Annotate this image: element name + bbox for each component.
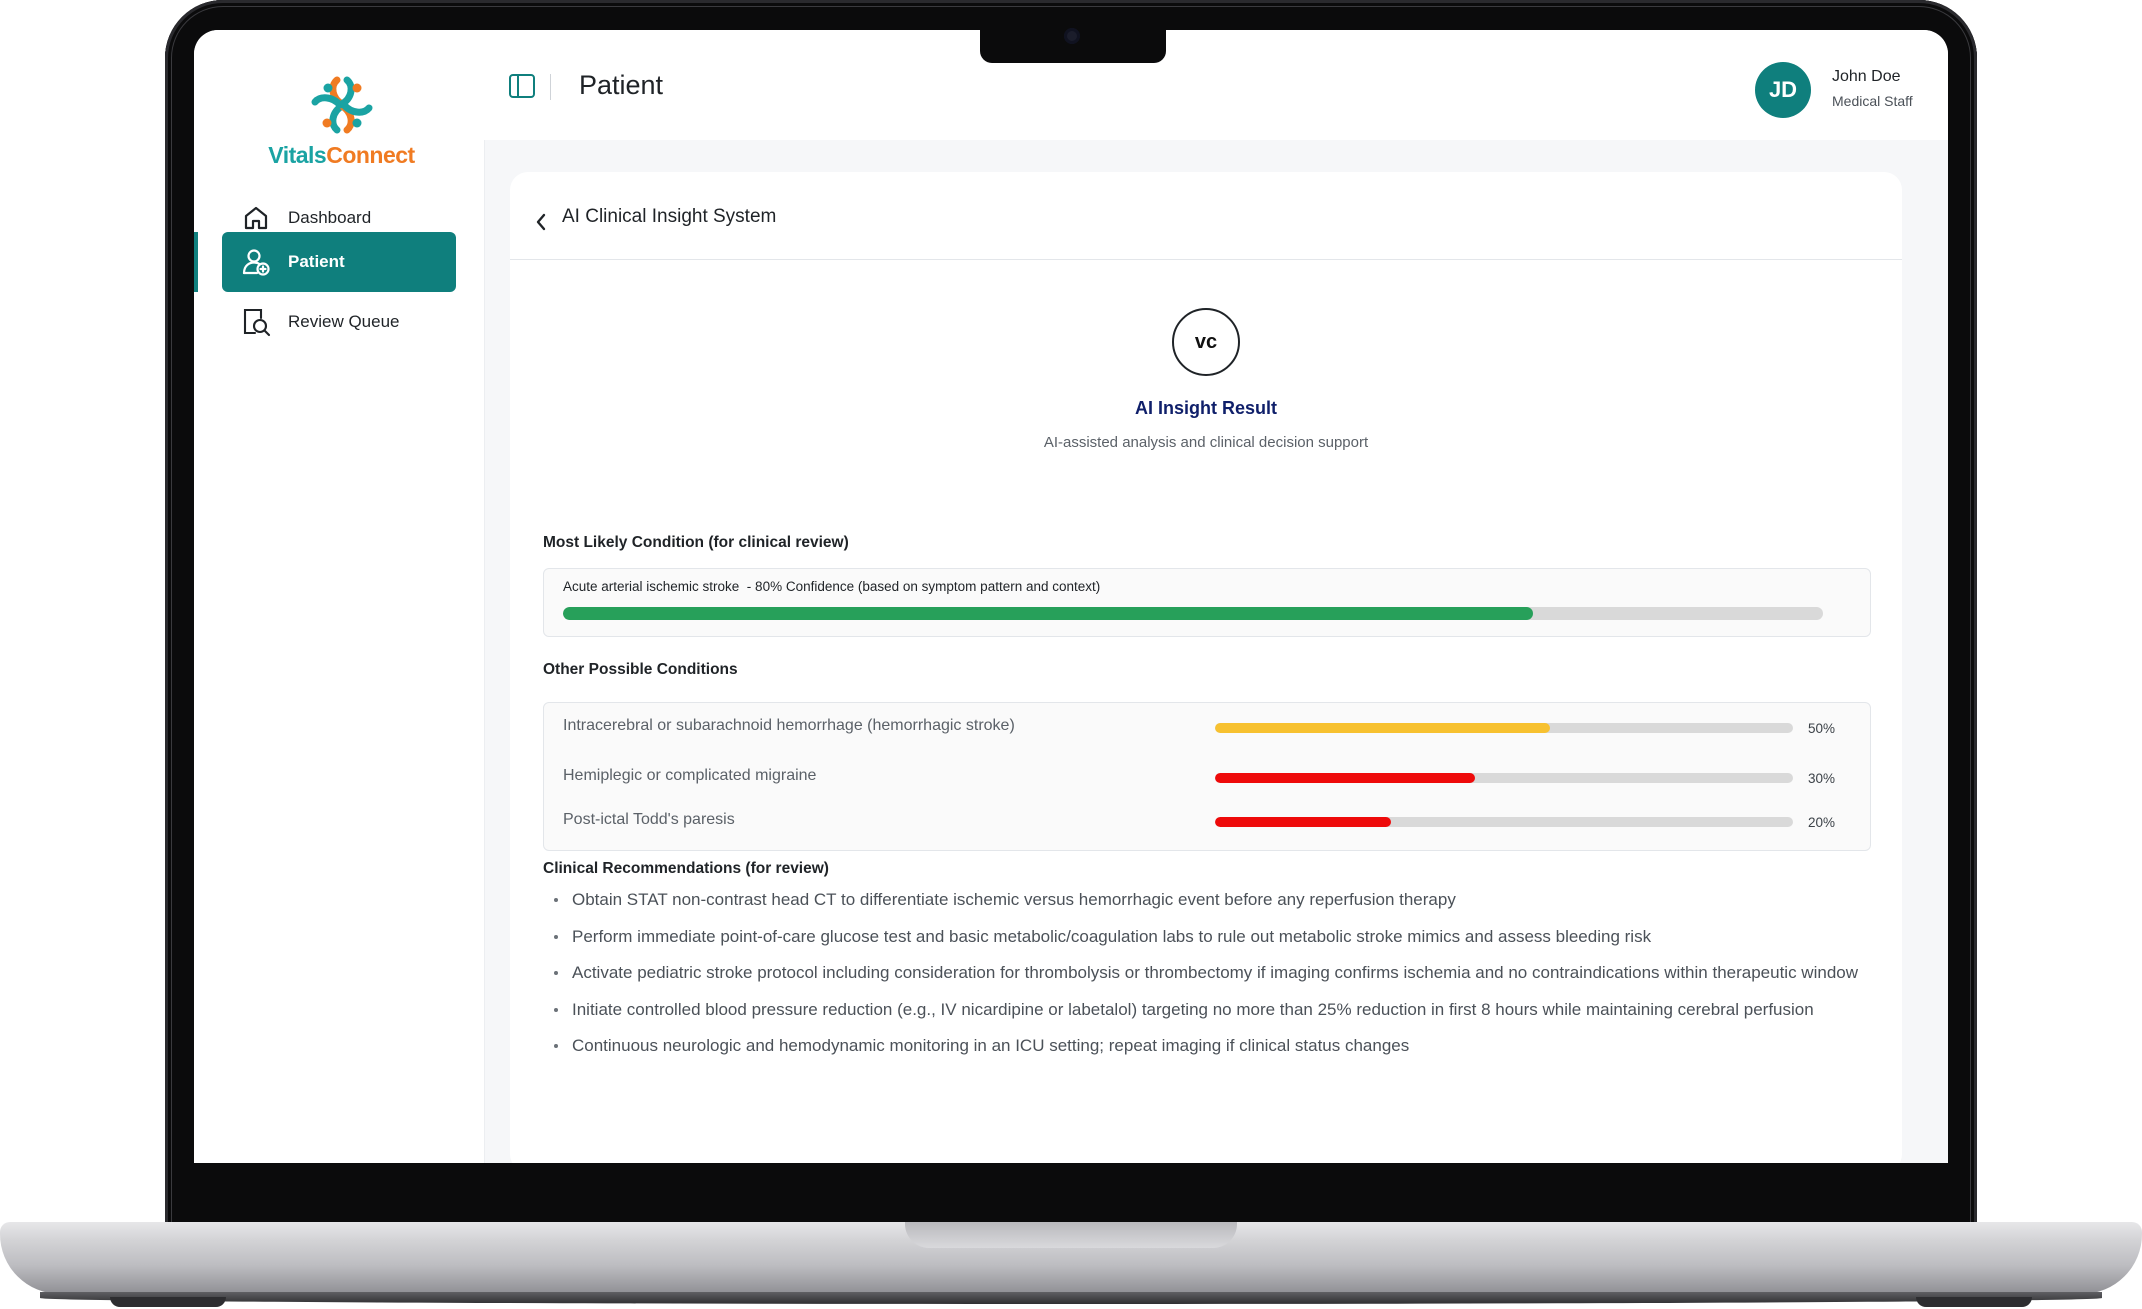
recommendation-text: Continuous neurologic and hemodynamic mo… xyxy=(572,1036,1410,1055)
condition-bar-fill xyxy=(1215,817,1392,827)
insight-card: AI Clinical Insight System vc AI Insight… xyxy=(510,172,1902,1163)
condition-row: Post-ictal Todd's paresis 20% xyxy=(544,807,1870,847)
logo-wordmark: VitalsConnect xyxy=(268,142,415,168)
sidebar: VitalsConnect Dashboard Patient Review Q… xyxy=(194,30,485,1163)
sidebar-item-patient[interactable]: Patient xyxy=(222,232,456,292)
bullet xyxy=(554,1007,558,1012)
other-conditions-heading: Other Possible Conditions xyxy=(543,661,738,678)
vitalsconnect-logo-icon xyxy=(311,76,372,134)
app-screen: VitalsConnect Dashboard Patient Review Q… xyxy=(194,30,1948,1163)
primary-condition-box: Acute arterial ischemic stroke - 80% Con… xyxy=(543,568,1871,637)
condition-row: Hemiplegic or complicated migraine 30% xyxy=(544,763,1870,803)
condition-row: Intracerebral or subarachnoid hemorrhage… xyxy=(544,713,1870,753)
avatar[interactable]: JD xyxy=(1755,62,1811,118)
recommendations-list: Obtain STAT non-contrast head CT to diff… xyxy=(543,882,1873,1065)
vc-badge: vc xyxy=(1172,308,1240,376)
laptop-foot xyxy=(110,1297,226,1307)
active-nav-indicator xyxy=(194,232,198,292)
review-search-icon xyxy=(240,306,272,338)
bullet xyxy=(554,971,558,975)
condition-bar-fill xyxy=(1215,773,1476,783)
bullet xyxy=(554,1044,558,1048)
condition-bar-track xyxy=(1215,773,1793,783)
bullet xyxy=(554,934,558,939)
chevron-left-icon[interactable] xyxy=(534,212,548,237)
list-item: Obtain STAT non-contrast head CT to diff… xyxy=(543,882,1873,919)
laptop-base-shadow xyxy=(40,1292,2102,1304)
condition-percent: 50% xyxy=(1808,721,1836,736)
condition-bar-fill xyxy=(1215,723,1551,733)
list-item: Perform immediate point-of-care glucose … xyxy=(543,919,1873,956)
page-title: Patient xyxy=(579,70,664,100)
sidebar-item-label: Dashboard xyxy=(288,208,372,227)
primary-confidence-fill xyxy=(563,607,1534,620)
laptop-foot xyxy=(1916,1297,2032,1307)
card-title: AI Clinical Insight System xyxy=(562,206,777,227)
sidebar-item-label: Review Queue xyxy=(288,312,400,331)
condition-name: Hemiplegic or complicated migraine xyxy=(563,767,817,784)
result-subtitle: AI-assisted analysis and clinical decisi… xyxy=(1043,434,1369,451)
recommendation-text: Obtain STAT non-contrast head CT to diff… xyxy=(572,890,1456,909)
sidebar-item-review-queue[interactable]: Review Queue xyxy=(222,292,456,352)
condition-percent: 30% xyxy=(1808,771,1836,786)
primary-condition-heading: Most Likely Condition (for clinical revi… xyxy=(543,534,849,551)
primary-confidence-track xyxy=(563,607,1823,620)
sidebar-toggle-icon[interactable] xyxy=(508,72,536,105)
recommendation-text: Perform immediate point-of-care glucose … xyxy=(572,926,1652,946)
home-icon xyxy=(240,202,272,234)
list-item: Continuous neurologic and hemodynamic mo… xyxy=(543,1028,1873,1065)
webcam xyxy=(1064,28,1080,44)
condition-name: Intracerebral or subarachnoid hemorrhage… xyxy=(563,717,1015,734)
sidebar-item-label: Patient xyxy=(288,252,345,271)
patient-icon xyxy=(240,246,272,278)
list-item: Initiate controlled blood pressure reduc… xyxy=(543,992,1873,1029)
top-header: Patient JD John Doe Medical Staff xyxy=(484,30,1948,140)
other-conditions-box: Intracerebral or subarachnoid hemorrhage… xyxy=(543,702,1871,851)
condition-percent: 20% xyxy=(1808,815,1836,830)
user-name: John Doe xyxy=(1832,68,1901,85)
primary-condition-text: Acute arterial ischemic stroke - 80% Con… xyxy=(563,579,1101,594)
logo[interactable]: VitalsConnect xyxy=(264,74,419,198)
condition-bar-track xyxy=(1215,817,1793,827)
user-role: Medical Staff xyxy=(1832,93,1913,109)
list-item: Activate pediatric stroke protocol inclu… xyxy=(543,955,1873,992)
recommendations-heading: Clinical Recommendations (for review) xyxy=(543,860,829,877)
condition-name: Post-ictal Todd's paresis xyxy=(563,811,735,828)
condition-bar-track xyxy=(1215,723,1793,733)
laptop-lip xyxy=(905,1222,1237,1248)
result-title: AI Insight Result xyxy=(1134,398,1277,418)
recommendation-text: Initiate controlled blood pressure reduc… xyxy=(572,999,1814,1019)
recommendation-text: Activate pediatric stroke protocol inclu… xyxy=(572,963,1858,982)
bullet xyxy=(554,898,558,902)
card-header: AI Clinical Insight System xyxy=(510,172,1902,260)
header-divider xyxy=(550,74,551,100)
